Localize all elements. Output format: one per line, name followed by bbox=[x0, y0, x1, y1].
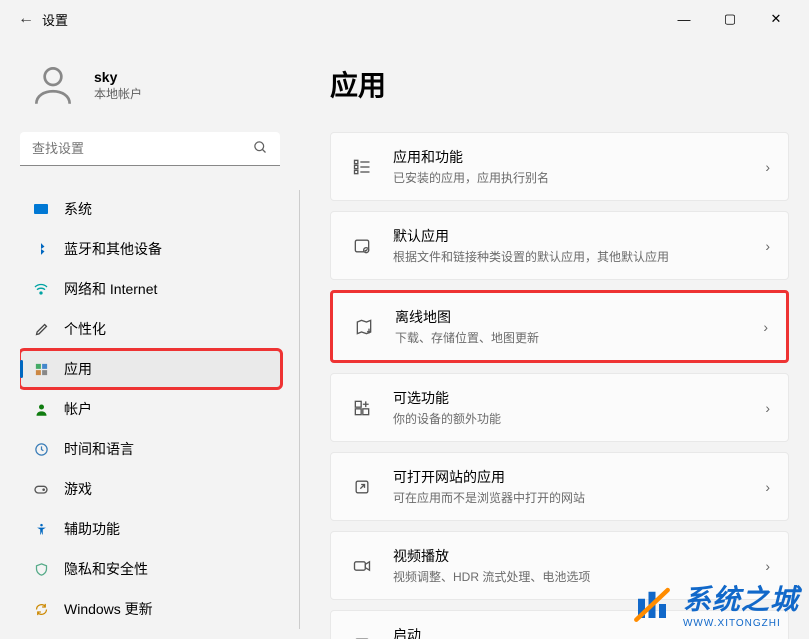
card-sub: 下载、存储位置、地图更新 bbox=[395, 329, 763, 346]
sidebar-item-label: 蓝牙和其他设备 bbox=[64, 239, 162, 259]
sidebar-item-update[interactable]: Windows 更新 bbox=[20, 590, 281, 628]
titlebar: ← 设置 — ▢ ✕ bbox=[0, 0, 809, 38]
sidebar-item-label: 游戏 bbox=[64, 479, 92, 499]
card-title: 可选功能 bbox=[393, 388, 765, 408]
sidebar-item-accounts[interactable]: 帐户 bbox=[20, 390, 281, 428]
username: sky bbox=[94, 69, 142, 85]
wifi-icon bbox=[32, 280, 50, 298]
video-icon bbox=[349, 556, 375, 576]
profile[interactable]: sky 本地帐户 bbox=[20, 48, 300, 132]
card-default-apps[interactable]: 默认应用 根据文件和链接种类设置的默认应用，其他默认应用 › bbox=[330, 211, 789, 280]
card-sub: 可在应用而不是浏览器中打开的网站 bbox=[393, 489, 765, 506]
card-title: 默认应用 bbox=[393, 226, 765, 246]
avatar bbox=[26, 58, 80, 112]
card-optional-features[interactable]: 可选功能 你的设备的额外功能 › bbox=[330, 373, 789, 442]
chevron-right-icon: › bbox=[765, 558, 770, 574]
card-title: 视频播放 bbox=[393, 546, 765, 566]
sidebar-item-system[interactable]: 系统 bbox=[20, 190, 281, 228]
startup-icon bbox=[349, 635, 375, 639]
update-icon bbox=[32, 600, 50, 618]
nav-list: 系统 蓝牙和其他设备 网络和 Internet 个性化 bbox=[20, 190, 300, 629]
back-button[interactable]: ← bbox=[10, 10, 42, 28]
maximize-button[interactable]: ▢ bbox=[707, 4, 753, 34]
sidebar-item-time[interactable]: 时间和语言 bbox=[20, 430, 281, 468]
shield-icon bbox=[32, 560, 50, 578]
sidebar-item-label: 网络和 Internet bbox=[64, 279, 157, 299]
account-type: 本地帐户 bbox=[94, 85, 142, 102]
card-video-playback[interactable]: 视频播放 视频调整、HDR 流式处理、电池选项 › bbox=[330, 531, 789, 600]
sidebar-item-label: 时间和语言 bbox=[64, 439, 134, 459]
display-icon bbox=[32, 200, 50, 218]
sidebar-item-accessibility[interactable]: 辅助功能 bbox=[20, 510, 281, 548]
apps-icon bbox=[32, 360, 50, 378]
sidebar-item-gaming[interactable]: 游戏 bbox=[20, 470, 281, 508]
chevron-right-icon: › bbox=[765, 479, 770, 495]
card-sub: 根据文件和链接种类设置的默认应用，其他默认应用 bbox=[393, 248, 765, 265]
card-list: 应用和功能 已安装的应用，应用执行别名 › 默认应用 根据文件和链接种类设置的默… bbox=[330, 132, 789, 639]
card-sub: 已安装的应用，应用执行别名 bbox=[393, 169, 765, 186]
sidebar-item-privacy[interactable]: 隐私和安全性 bbox=[20, 550, 281, 588]
sidebar-item-label: 系统 bbox=[64, 199, 92, 219]
card-sub: 视频调整、HDR 流式处理、电池选项 bbox=[393, 568, 765, 585]
sidebar-item-label: 隐私和安全性 bbox=[64, 559, 148, 579]
card-title: 应用和功能 bbox=[393, 147, 765, 167]
open-external-icon bbox=[349, 477, 375, 497]
add-feature-icon bbox=[349, 398, 375, 418]
map-download-icon bbox=[351, 317, 377, 337]
sidebar-item-label: 个性化 bbox=[64, 319, 106, 339]
search-icon bbox=[253, 140, 268, 158]
brush-icon bbox=[32, 320, 50, 338]
sidebar-item-label: Windows 更新 bbox=[64, 599, 153, 619]
search-input[interactable] bbox=[32, 141, 253, 156]
card-title: 启动 bbox=[393, 625, 765, 639]
sidebar: sky 本地帐户 系统 蓝牙和其他设备 bbox=[0, 38, 300, 639]
search-box[interactable] bbox=[20, 132, 280, 166]
window-title: 设置 bbox=[42, 10, 68, 29]
main-content: 应用 应用和功能 已安装的应用，应用执行别名 › 默认应用 根据文件和链接种类 bbox=[300, 38, 809, 639]
chevron-right-icon: › bbox=[765, 159, 770, 175]
gamepad-icon bbox=[32, 480, 50, 498]
card-startup[interactable]: 启动 登录时自动启动的应用程序 › bbox=[330, 610, 789, 639]
page-title: 应用 bbox=[330, 64, 789, 104]
card-offline-maps[interactable]: 离线地图 下载、存储位置、地图更新 › bbox=[330, 290, 789, 363]
list-icon bbox=[349, 157, 375, 177]
sidebar-item-network[interactable]: 网络和 Internet bbox=[20, 270, 281, 308]
default-apps-icon bbox=[349, 236, 375, 256]
card-sub: 你的设备的额外功能 bbox=[393, 410, 765, 427]
person-icon bbox=[32, 400, 50, 418]
sidebar-item-label: 应用 bbox=[64, 359, 92, 379]
card-title: 可打开网站的应用 bbox=[393, 467, 765, 487]
window-controls: — ▢ ✕ bbox=[661, 4, 799, 34]
clock-globe-icon bbox=[32, 440, 50, 458]
sidebar-item-apps[interactable]: 应用 bbox=[20, 350, 281, 388]
sidebar-item-label: 帐户 bbox=[64, 399, 92, 419]
card-apps-features[interactable]: 应用和功能 已安装的应用，应用执行别名 › bbox=[330, 132, 789, 201]
minimize-button[interactable]: — bbox=[661, 4, 707, 34]
chevron-right-icon: › bbox=[765, 238, 770, 254]
sidebar-item-personalization[interactable]: 个性化 bbox=[20, 310, 281, 348]
card-website-apps[interactable]: 可打开网站的应用 可在应用而不是浏览器中打开的网站 › bbox=[330, 452, 789, 521]
accessibility-icon bbox=[32, 520, 50, 538]
bluetooth-icon bbox=[32, 240, 50, 258]
close-button[interactable]: ✕ bbox=[753, 4, 799, 34]
sidebar-item-label: 辅助功能 bbox=[64, 519, 120, 539]
sidebar-item-bluetooth[interactable]: 蓝牙和其他设备 bbox=[20, 230, 281, 268]
chevron-right-icon: › bbox=[765, 400, 770, 416]
card-title: 离线地图 bbox=[395, 307, 763, 327]
chevron-right-icon: › bbox=[763, 319, 768, 335]
